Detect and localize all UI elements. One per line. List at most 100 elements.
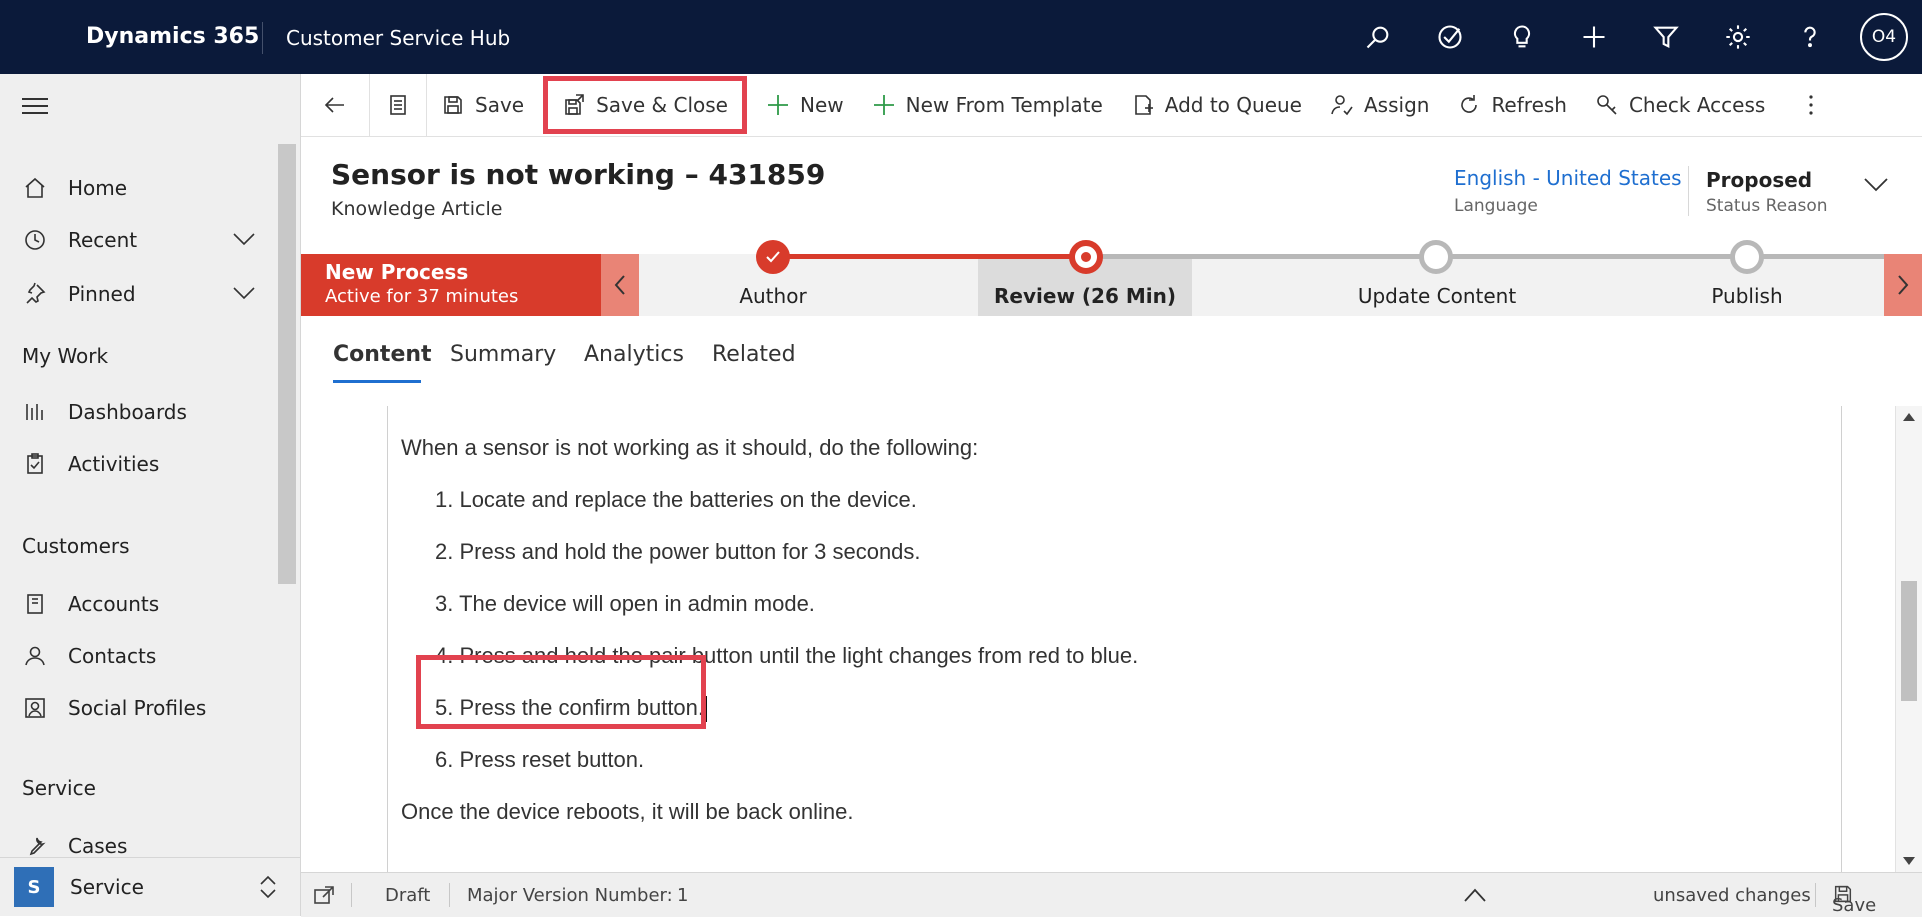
form-icon (390, 95, 406, 115)
record-title: Sensor is not working – 431859 (331, 158, 826, 191)
assistant-icon[interactable] (1414, 0, 1486, 74)
gear-icon[interactable] (1702, 0, 1774, 74)
sitemap-sidebar: Home Recent Pinned My Work Dashboards Ac… (0, 74, 301, 916)
scroll-up-icon[interactable] (1902, 412, 1916, 422)
search-icon[interactable] (1342, 0, 1414, 74)
content-scrollbar[interactable] (1895, 406, 1922, 872)
stage-author[interactable]: Author (653, 284, 893, 308)
stage-review[interactable]: Review (26 Min) (965, 284, 1205, 308)
plus-icon[interactable] (1558, 0, 1630, 74)
plus-icon (767, 95, 788, 115)
home-icon (20, 176, 50, 200)
new-from-template-label: New From Template (905, 93, 1103, 117)
hamburger-menu-icon[interactable] (22, 98, 48, 119)
sidebar-item-pinned[interactable]: Pinned (0, 270, 300, 318)
article-step: 6. Press reset button. (435, 747, 645, 772)
sidebar-scrollbar[interactable] (278, 144, 296, 584)
stage-pending-icon[interactable] (1730, 240, 1764, 274)
scrollbar-thumb[interactable] (1901, 581, 1917, 701)
stage-pending-icon[interactable] (1419, 240, 1453, 274)
filter-icon[interactable] (1630, 0, 1702, 74)
group-title-my-work: My Work (22, 344, 109, 368)
language-label: Language (1454, 196, 1538, 216)
sidebar-item-activities[interactable]: Activities (0, 440, 300, 488)
previous-stage-button[interactable] (601, 254, 639, 316)
active-process-panel[interactable]: New Process Active for 37 minutes (301, 254, 601, 316)
refresh-icon (1461, 95, 1478, 113)
tab-summary[interactable]: Summary (450, 342, 556, 367)
add-to-queue-button[interactable]: Add to Queue (1117, 74, 1316, 136)
save-close-label: Save & Close (596, 93, 728, 117)
chevron-updown-icon[interactable] (258, 874, 278, 900)
help-icon[interactable] (1774, 0, 1846, 74)
footer-save-button[interactable]: Save (1832, 883, 1876, 916)
user-avatar[interactable]: O4 (1860, 13, 1908, 61)
stage-completed-check-icon[interactable] (756, 240, 790, 274)
tab-related[interactable]: Related (712, 342, 796, 367)
pin-icon (20, 282, 50, 306)
chevron-down-icon[interactable] (1863, 176, 1889, 194)
assign-icon (1331, 95, 1353, 116)
tab-content[interactable]: Content (333, 342, 432, 367)
stage-publish[interactable]: Publish (1627, 284, 1867, 308)
stage-update-content[interactable]: Update Content (1317, 284, 1557, 308)
save-and-close-button[interactable]: Save & Close (543, 76, 747, 134)
chevron-down-icon[interactable] (232, 230, 256, 248)
sidebar-item-label: Activities (68, 452, 160, 476)
check-access-button[interactable]: Check Access (1581, 74, 1779, 136)
refresh-button[interactable]: Refresh (1443, 74, 1581, 136)
brand-name[interactable]: Dynamics 365 (86, 24, 259, 49)
sidebar-item-accounts[interactable]: Accounts (0, 580, 300, 628)
top-navigation-bar: Dynamics 365 Customer Service Hub O4 (0, 0, 1922, 74)
sidebar-item-contacts[interactable]: Contacts (0, 632, 300, 680)
open-in-new-window-icon[interactable] (313, 885, 335, 905)
article-intro: When a sensor is not working as it shoul… (401, 435, 979, 460)
building-icon (20, 592, 50, 616)
version-label: Major Version Number: (467, 885, 673, 906)
new-button[interactable]: New (752, 74, 858, 136)
process-duration: Active for 37 minutes (325, 286, 519, 307)
chevron-down-icon[interactable] (232, 284, 256, 302)
version-value: 1 (677, 885, 689, 906)
sidebar-item-home[interactable]: Home (0, 164, 300, 212)
sidebar-item-dashboards[interactable]: Dashboards (0, 388, 300, 436)
area-switcher[interactable]: S Service (0, 857, 300, 916)
divider (1815, 883, 1816, 907)
save-button[interactable]: Save (427, 74, 538, 136)
article-editor[interactable]: When a sensor is not working as it shoul… (401, 422, 1138, 838)
lightbulb-icon[interactable] (1486, 0, 1558, 74)
check-access-label: Check Access (1628, 93, 1766, 117)
sidebar-item-label: Social Profiles (68, 696, 207, 720)
record-header: Sensor is not working – 431859 Knowledge… (301, 136, 1922, 254)
more-commands-button[interactable] (1779, 74, 1843, 136)
command-bar: Save Save & Close New New From Template … (301, 74, 1922, 137)
editor-border (1841, 406, 1842, 872)
next-stage-button[interactable] (1884, 254, 1922, 316)
tab-analytics[interactable]: Analytics (584, 342, 684, 367)
new-from-template-button[interactable]: New From Template (858, 74, 1117, 136)
key-icon (1597, 95, 1617, 115)
group-title-customers: Customers (22, 534, 130, 558)
plus-icon (873, 95, 894, 115)
form-selector-button[interactable] (370, 74, 426, 136)
form-footer: Draft Major Version Number: 1 unsaved ch… (301, 872, 1922, 917)
sidebar-item-label: Cases (68, 834, 128, 858)
brand-divider (262, 22, 263, 54)
app-name[interactable]: Customer Service Hub (286, 26, 510, 50)
sidebar-item-recent[interactable]: Recent (0, 216, 300, 264)
divider (449, 883, 450, 907)
sidebar-item-social-profiles[interactable]: Social Profiles (0, 684, 300, 732)
clipboard-icon (20, 452, 50, 476)
divider (1688, 166, 1689, 216)
unsaved-changes-text: unsaved changes (1653, 885, 1811, 906)
chevron-up-icon[interactable] (1463, 887, 1487, 903)
article-step: 1. Locate and replace the batteries on t… (435, 487, 917, 512)
language-value[interactable]: English - United States (1454, 166, 1682, 190)
scroll-down-icon[interactable] (1902, 856, 1916, 866)
sidebar-item-label: Pinned (68, 282, 136, 306)
active-tab-indicator (333, 380, 421, 383)
back-button[interactable] (301, 74, 369, 136)
assign-button[interactable]: Assign (1316, 74, 1443, 136)
stage-active-icon[interactable] (1069, 240, 1103, 274)
text-cursor (705, 696, 708, 723)
